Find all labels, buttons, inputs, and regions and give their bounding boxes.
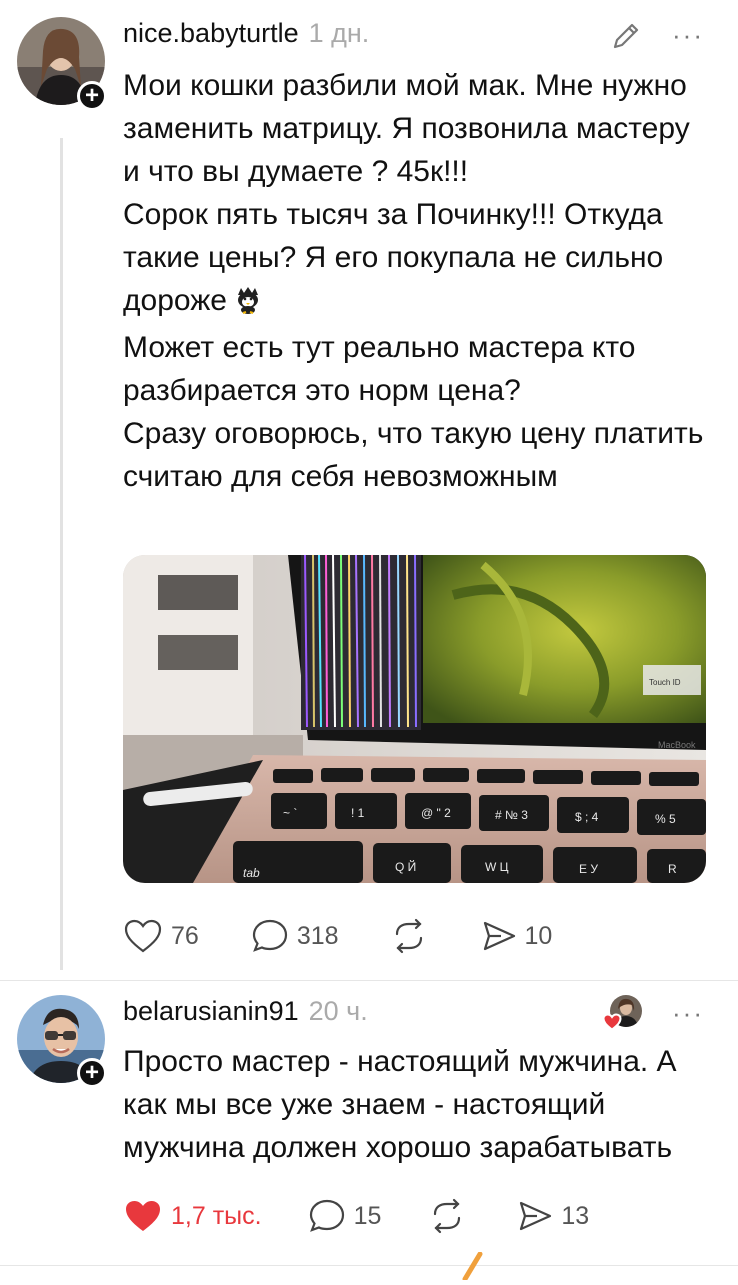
heart-icon	[124, 919, 162, 953]
repost-button[interactable]	[427, 1198, 467, 1234]
like-count: 1,7 тыс.	[171, 1201, 262, 1230]
follow-plus-button[interactable]: +	[77, 81, 107, 111]
comment-count: 318	[296, 921, 339, 950]
macbook-brand-label: MacBook	[658, 740, 696, 750]
key-label: Q Й	[395, 859, 416, 874]
reply-header: belarusianin91 20 ч.	[123, 996, 368, 1027]
post-text-line1: Мои кошки разбили мой мак. Мне нужно зам…	[123, 69, 690, 188]
share-button[interactable]: 10	[481, 918, 553, 954]
reply-text: Просто мастер - настоящий мужчина. А как…	[123, 1045, 677, 1164]
like-button[interactable]: 1,7 тыс.	[123, 1198, 262, 1234]
key-label: tab	[243, 866, 260, 880]
key-label: @ " 2	[421, 806, 451, 820]
comment-button[interactable]: 15	[308, 1198, 382, 1234]
key-label: W Ц	[485, 860, 509, 874]
post-username[interactable]: nice.babyturtle	[123, 18, 299, 49]
reply-time: 20 ч.	[308, 996, 368, 1026]
share-count: 13	[561, 1201, 590, 1230]
reply-username[interactable]: belarusianin91	[123, 996, 299, 1027]
post-text-line3: Может есть тут реально мастера кто разби…	[123, 331, 636, 407]
heart-filled-icon	[126, 1201, 160, 1231]
post-text-line4: Сразу оговорюсь, что такую цену платить …	[123, 417, 704, 493]
comment-count: 15	[353, 1201, 382, 1230]
post-actions: 76 318 10	[123, 918, 552, 954]
bottom-divider	[0, 1265, 738, 1266]
edit-icon[interactable]	[608, 18, 644, 54]
author-liked-badge	[602, 995, 644, 1031]
comment-bubble-icon	[252, 919, 287, 952]
touch-id-popup-label: Touch ID	[649, 678, 681, 687]
repost-button[interactable]	[389, 918, 429, 954]
post-image[interactable]: Touch ID MacBook ~ ` ! 1 @ " 2 # № 3 $ ;…	[123, 555, 706, 883]
reply-more-button[interactable]: ···	[672, 998, 704, 1029]
send-icon	[483, 921, 515, 951]
key-label: ! 1	[351, 806, 365, 820]
like-count: 76	[171, 921, 199, 950]
post-header: nice.babyturtle 1 дн.	[123, 18, 369, 49]
like-button[interactable]: 76	[123, 918, 199, 954]
share-count: 10	[524, 921, 553, 950]
reply-actions: 1,7 тыс. 15 13	[123, 1198, 589, 1234]
heart-badge-icon	[602, 1013, 622, 1031]
repost-icon	[434, 1198, 461, 1234]
follow-plus-button[interactable]: +	[77, 1058, 107, 1088]
post-text-line2: Сорок пять тысяч за Починку!!! Откуда та…	[123, 193, 713, 326]
orange-stroke-icon	[462, 1251, 484, 1285]
key-label: # № 3	[495, 808, 528, 822]
key-label: $ ; 4	[575, 810, 599, 824]
post-text: Мои кошки разбили мой мак. Мне нужно зам…	[123, 64, 713, 498]
key-label: ~ `	[283, 806, 297, 820]
comment-button[interactable]: 318	[251, 918, 339, 954]
key-label: R	[668, 862, 677, 876]
comment-bubble-icon	[309, 1199, 344, 1232]
post-more-button[interactable]: ···	[672, 20, 704, 51]
repost-icon	[395, 918, 422, 954]
key-label: % 5	[655, 812, 676, 826]
send-icon	[520, 1201, 552, 1231]
post-time: 1 дн.	[308, 18, 370, 48]
key-label: E У	[579, 862, 598, 876]
share-button[interactable]: 13	[517, 1198, 589, 1234]
badtz-maru-emoji-icon	[235, 283, 261, 326]
thread-line	[60, 138, 63, 970]
post-divider	[0, 980, 738, 981]
